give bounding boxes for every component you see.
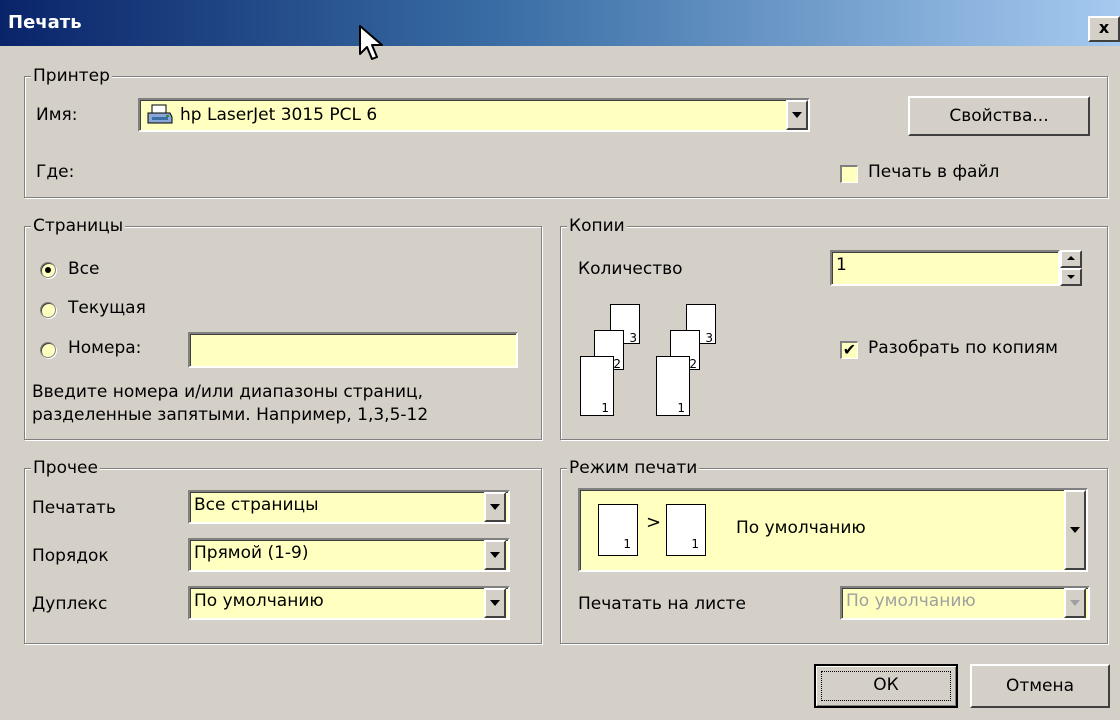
printer-icon bbox=[147, 104, 173, 124]
properties-button[interactable]: Свойства... bbox=[908, 96, 1090, 136]
print-mode-arrow-icon: > bbox=[646, 512, 662, 533]
printer-name-dropdown-icon[interactable] bbox=[786, 100, 808, 130]
collate-label: Разобрать по копиям bbox=[868, 338, 1058, 358]
close-button[interactable]: x bbox=[1088, 16, 1120, 42]
misc-order-dropdown-icon[interactable] bbox=[484, 540, 506, 570]
ok-button-focus-rect bbox=[821, 671, 951, 701]
printer-where-label: Где: bbox=[36, 162, 75, 182]
ok-button[interactable]: ОК bbox=[814, 664, 958, 708]
print-to-file-checkbox[interactable] bbox=[840, 165, 858, 183]
misc-group-label: Прочее bbox=[31, 458, 100, 478]
collate-page-number: 1 bbox=[601, 401, 609, 415]
copies-down-arrow-icon[interactable] bbox=[1060, 268, 1082, 286]
collate-page-number: 1 bbox=[677, 401, 685, 415]
collate-page-number: 2 bbox=[689, 357, 697, 371]
copies-count-input[interactable]: 1 bbox=[830, 250, 1060, 286]
printer-name-label: Имя: bbox=[36, 105, 78, 125]
page-numbers-input[interactable] bbox=[188, 332, 518, 368]
printer-name-value: hp LaserJet 3015 PCL 6 bbox=[180, 105, 378, 125]
cancel-button[interactable]: Отмена bbox=[970, 664, 1110, 708]
print-mode-page-number: 1 bbox=[691, 537, 699, 551]
pages-all-label: Все bbox=[68, 259, 100, 279]
collate-pages-icon: 3 2 1 bbox=[578, 304, 658, 424]
print-mode-page-number: 1 bbox=[623, 537, 631, 551]
printer-name-select[interactable]: hp LaserJet 3015 PCL 6 bbox=[138, 98, 810, 132]
misc-print-label: Печатать bbox=[32, 498, 116, 518]
pages-current-label: Текущая bbox=[68, 298, 146, 318]
print-mode-target-page-icon: 1 bbox=[666, 504, 706, 556]
print-mode-group-label: Режим печати bbox=[567, 458, 700, 478]
print-mode-dropdown-icon[interactable] bbox=[1064, 490, 1086, 570]
printer-group-label: Принтер bbox=[31, 66, 112, 86]
collate-pages-icon: 3 2 1 bbox=[654, 304, 734, 424]
misc-order-select[interactable]: Прямой (1-9) bbox=[188, 538, 510, 572]
pages-all-radio[interactable] bbox=[40, 262, 56, 278]
window-title: Печать bbox=[8, 12, 82, 33]
misc-print-select[interactable]: Все страницы bbox=[188, 490, 510, 524]
copies-group-label: Копии bbox=[567, 216, 627, 236]
misc-duplex-dropdown-icon[interactable] bbox=[484, 588, 506, 618]
pages-hint-line1: Введите номера и/или диапазоны страниц, bbox=[32, 382, 423, 402]
print-mode-value: По умолчанию bbox=[736, 518, 866, 538]
misc-duplex-select[interactable]: По умолчанию bbox=[188, 586, 510, 620]
misc-duplex-label: Дуплекс bbox=[32, 594, 108, 614]
pages-hint-line2: разделенные запятыми. Например, 1,3,5-12 bbox=[32, 405, 429, 425]
pages-current-radio[interactable] bbox=[40, 302, 56, 318]
mouse-cursor-icon bbox=[359, 25, 383, 60]
collate-page-number: 3 bbox=[705, 331, 713, 345]
copies-up-arrow-icon[interactable] bbox=[1060, 250, 1082, 268]
collate-page-number: 3 bbox=[629, 331, 637, 345]
misc-order-label: Порядок bbox=[32, 546, 109, 566]
print-mode-source-page-icon: 1 bbox=[598, 504, 638, 556]
title-bar[interactable]: Печать x bbox=[0, 0, 1120, 46]
collate-page-number: 2 bbox=[613, 357, 621, 371]
misc-print-dropdown-icon[interactable] bbox=[484, 492, 506, 522]
print-to-file-label: Печать в файл bbox=[868, 162, 1000, 182]
per-sheet-label: Печатать на листе bbox=[578, 594, 746, 614]
copies-count-label: Количество bbox=[578, 259, 683, 279]
per-sheet-select[interactable]: По умолчанию bbox=[840, 586, 1090, 620]
collate-checkbox[interactable]: ✔ bbox=[840, 341, 858, 359]
pages-numbers-label: Номера: bbox=[68, 338, 142, 358]
per-sheet-dropdown-icon[interactable] bbox=[1064, 588, 1086, 618]
pages-group-label: Страницы bbox=[31, 216, 126, 236]
pages-numbers-radio[interactable] bbox=[40, 342, 56, 358]
